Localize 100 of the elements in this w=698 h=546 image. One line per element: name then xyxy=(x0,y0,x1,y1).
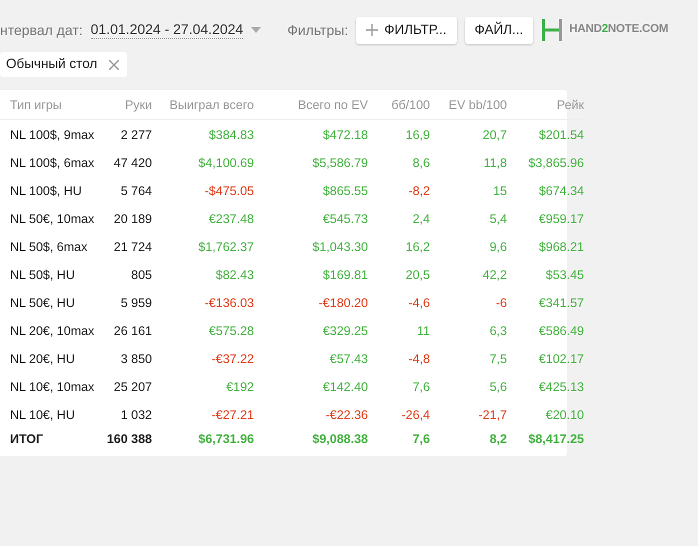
table-cell-text: -€136.03 xyxy=(204,295,254,312)
table-cell-text: -$475.05 xyxy=(204,183,254,200)
table-cell-text: 11 xyxy=(416,323,430,340)
table-cell-text: 6,3 xyxy=(488,323,507,340)
date-range-label: нтервал дат: xyxy=(0,20,83,40)
logo-text: HAND2NOTE.COM xyxy=(569,22,668,38)
total-cell-text: $9,088.38 xyxy=(311,431,368,448)
table-cell-text: $169.81 xyxy=(322,267,368,284)
total-cell-text: $8,417.25 xyxy=(527,431,584,448)
table-cell-text: €425.13 xyxy=(538,379,584,396)
table-cell-text: $1,762.37 xyxy=(197,239,254,256)
table-cell-text: 20,5 xyxy=(404,267,430,284)
table-cell-text: $384.83 xyxy=(208,127,254,144)
table-cell-text: $5,586.79 xyxy=(311,155,368,172)
table-cell-text: NL 50€, HU xyxy=(9,295,76,312)
table-cell-text: €329.25 xyxy=(322,323,368,340)
table-cell-text: €142.40 xyxy=(322,379,368,396)
table-cell-text: €575.28 xyxy=(208,323,254,340)
table-cell-text: €586.49 xyxy=(538,323,584,340)
table-cell-text: 8,6 xyxy=(412,155,430,172)
table-cell-text: -€27.21 xyxy=(210,407,254,424)
plus-icon xyxy=(366,24,378,36)
table-cell-text: $53.45 xyxy=(544,267,584,284)
table-cell-text: €192 xyxy=(225,379,254,396)
table-cell-text: 15 xyxy=(492,183,507,200)
table-cell-text: $674.34 xyxy=(538,183,584,200)
table-cell-text: 16,2 xyxy=(404,239,430,256)
table-cell-text: $865.55 xyxy=(322,183,368,200)
filter-chip-label: Обычный стол xyxy=(6,55,98,74)
table-cell-text: 3 850 xyxy=(120,351,152,368)
table-cell-text: 1 032 xyxy=(120,407,152,424)
table-cell-text: $82.43 xyxy=(214,267,254,284)
table-cell-text: NL 100$, 6max xyxy=(9,155,96,172)
table-cell-text: 7,6 xyxy=(412,379,430,396)
table-cell-text: 26 161 xyxy=(112,323,152,340)
table-cell-text: NL 20€, 10max xyxy=(9,323,96,340)
table-cell-text: -4,8 xyxy=(407,351,430,368)
table-cell-text: 20 189 xyxy=(112,211,152,228)
table-cell-text: NL 100$, 9max xyxy=(9,127,96,144)
table-cell-text: 805 xyxy=(130,267,152,284)
total-label: ИТОГ xyxy=(9,431,44,448)
logo-icon xyxy=(541,19,564,41)
table-cell-text: $968.21 xyxy=(538,239,584,256)
table-cell-text: 9,6 xyxy=(488,239,507,256)
table-cell-text: 47 420 xyxy=(112,155,152,172)
close-icon[interactable] xyxy=(109,60,120,70)
table-cell-text: €102.17 xyxy=(538,351,584,368)
file-button[interactable]: ФАЙЛ... xyxy=(464,16,534,44)
column-header[interactable]: Рейк xyxy=(507,90,584,120)
column-header[interactable]: бб/100 xyxy=(368,90,430,120)
table-cell-text: -21,7 xyxy=(478,407,507,424)
table-cell-text: $4,100.69 xyxy=(197,155,254,172)
table-cell-text: €57.43 xyxy=(328,351,368,368)
table-cell-text: 20,7 xyxy=(482,127,507,144)
table-cell-text: 42,2 xyxy=(482,267,507,284)
table-cell-text: -€37.22 xyxy=(210,351,254,368)
filters-label: Фильтры: xyxy=(287,20,348,40)
date-range-picker[interactable]: 01.01.2024 - 27.04.2024 xyxy=(90,21,244,39)
table-cell-text: -4,6 xyxy=(407,295,430,312)
total-cell-text: $6,731.96 xyxy=(197,431,254,448)
table-cell-text: -8,2 xyxy=(407,183,430,200)
column-header[interactable]: Тип игры xyxy=(0,90,96,120)
table-cell-text: NL 10€, HU xyxy=(9,407,76,424)
table-cell-text: NL 20€, HU xyxy=(9,351,76,368)
table-cell-text: 16,9 xyxy=(404,127,430,144)
table-cell-text: 5,4 xyxy=(488,211,507,228)
total-cell-text: 8,2 xyxy=(488,431,507,448)
table-cell-text: NL 50$, 6max xyxy=(9,239,88,256)
table-cell-text: 5 764 xyxy=(120,183,152,200)
column-header[interactable]: Руки xyxy=(96,90,152,120)
table-cell-text: $1,043.30 xyxy=(311,239,368,256)
table-cell-text: -€180.20 xyxy=(318,295,368,312)
table-cell-text: -26,4 xyxy=(400,407,430,424)
table-cell-text: 25 207 xyxy=(112,379,152,396)
table-cell-text: -6 xyxy=(494,295,507,312)
column-header[interactable]: Выиграл всего xyxy=(152,90,254,120)
total-cell-text: 160 388 xyxy=(106,431,152,448)
table-cell-text: -€22.36 xyxy=(324,407,368,424)
table-cell-text: €959.17 xyxy=(538,211,584,228)
table-cell-text: 7,5 xyxy=(488,351,507,368)
table-cell-text: NL 50€, 10max xyxy=(9,211,96,228)
table-cell-text: $472.18 xyxy=(322,127,368,144)
table-cell-text: 2 277 xyxy=(120,127,152,144)
dropdown-caret-icon[interactable] xyxy=(251,27,262,33)
table-cell-text: 5,6 xyxy=(488,379,507,396)
total-cell-text: 7,6 xyxy=(412,431,430,448)
table-cell-text: NL 50$, HU xyxy=(9,267,76,284)
table-cell-text: 11,8 xyxy=(482,155,507,172)
table-cell-text: NL 100$, HU xyxy=(9,183,83,200)
table-cell-text: $3,865.96 xyxy=(527,155,584,172)
table-cell-text: 5 959 xyxy=(120,295,152,312)
table-cell-text: NL 10€, 10max xyxy=(9,379,96,396)
table-cell-text: $201.54 xyxy=(538,127,584,144)
table-cell-text: €341.57 xyxy=(538,295,584,312)
table-cell-text: €20.10 xyxy=(544,407,584,424)
table-cell-text: 21 724 xyxy=(112,239,152,256)
column-header[interactable]: Всего по EV xyxy=(254,90,368,120)
column-header[interactable]: EV bb/100 xyxy=(430,90,507,120)
add-filter-button[interactable]: ФИЛЬТР... xyxy=(356,16,456,44)
table-cell-text: €545.73 xyxy=(322,211,368,228)
